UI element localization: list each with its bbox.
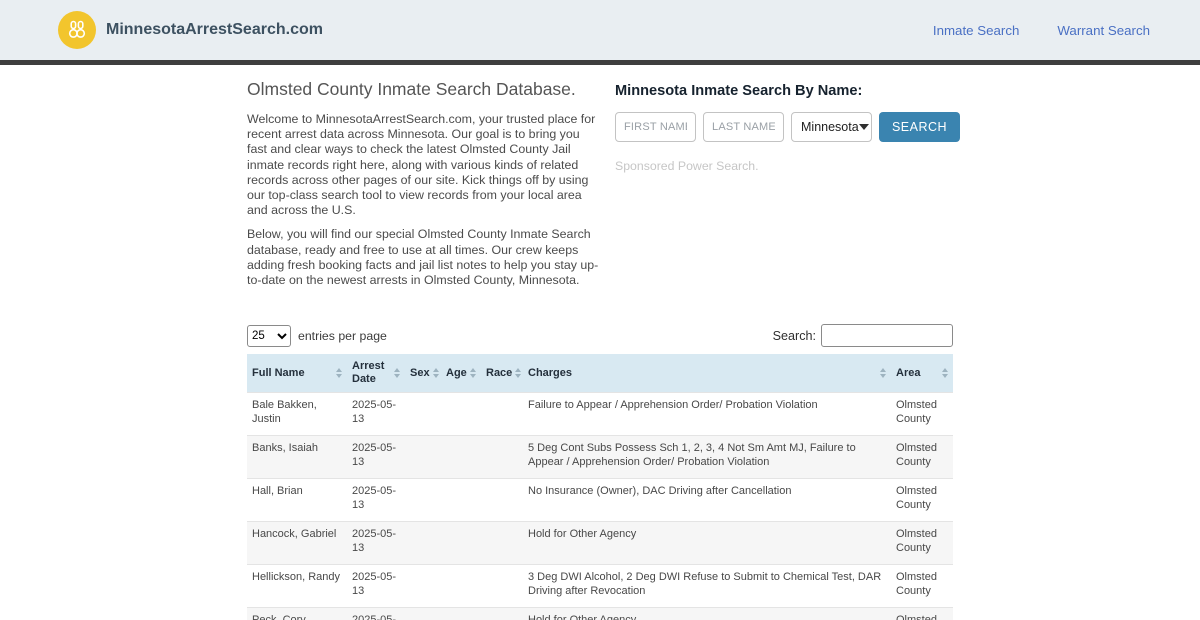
- cell-sex: [405, 478, 441, 522]
- table-row: Hall, Brian 2025-05-13 No Insurance (Owner…: [247, 478, 953, 522]
- cell-age: [441, 564, 481, 608]
- cell-arrest_date: 2025-05-13: [347, 435, 405, 479]
- cell-area: Olmsted County: [891, 564, 953, 608]
- column-label: Charges: [528, 366, 573, 379]
- state-select-value: Minnesota: [801, 120, 859, 134]
- column-header-full_name[interactable]: Full Name: [247, 354, 347, 393]
- cell-area: Olmsted County: [891, 607, 953, 620]
- top-bar: MinnesotaArrestSearch.com Inmate Search W…: [0, 0, 1200, 60]
- sort-icon[interactable]: [432, 368, 439, 379]
- column-label: Full Name: [252, 366, 305, 379]
- cell-charges: Failure to Appear / Apprehension Order/ …: [523, 392, 891, 436]
- table-search-input[interactable]: [821, 324, 953, 348]
- name-search-panel: Minnesota Inmate Search By Name: Minneso…: [615, 75, 960, 297]
- intro-paragraph-2: Below, you will find our special Olmsted…: [247, 227, 599, 288]
- nav-link-inmate-search[interactable]: Inmate Search: [933, 23, 1019, 38]
- cell-area: Olmsted County: [891, 478, 953, 522]
- cell-area: Olmsted County: [891, 392, 953, 436]
- column-header-sex[interactable]: Sex: [405, 354, 441, 393]
- name-search-form: Minnesota SEARCH: [615, 112, 960, 142]
- cell-arrest_date: 2025-05-13: [347, 478, 405, 522]
- cell-race: [481, 607, 523, 620]
- page-size-select[interactable]: 25: [247, 324, 291, 347]
- cell-full_name: Banks, Isaiah: [247, 435, 347, 479]
- cell-sex: [405, 521, 441, 565]
- entries-per-page-label: entries per page: [298, 328, 387, 343]
- table-search-wrap: Search:: [772, 324, 953, 348]
- column-label: Race: [486, 366, 513, 379]
- intro-paragraph-1: Welcome to MinnesotaArrestSearch.com, yo…: [247, 112, 596, 218]
- cell-age: [441, 478, 481, 522]
- table-row: Bale Bakken, Justin 2025-05-13 Failure to …: [247, 392, 953, 436]
- cell-full_name: Peck, Cory: [247, 607, 347, 620]
- cell-full_name: Bale Bakken, Justin: [247, 392, 347, 436]
- sort-icon[interactable]: [336, 368, 342, 379]
- column-label: Area: [896, 366, 921, 379]
- cell-sex: [405, 564, 441, 608]
- cell-charges: No Insurance (Owner), DAC Driving after …: [523, 478, 891, 522]
- table-header-row: Full Name Arrest Date Sex Age Race Charges Are…: [247, 354, 953, 393]
- intro-section: Olmsted County Inmate Search Database. W…: [247, 75, 599, 297]
- cell-sex: [405, 435, 441, 479]
- cell-charges: Hold for Other Agency: [523, 607, 891, 620]
- handcuffs-icon: [65, 18, 89, 42]
- cell-age: [441, 607, 481, 620]
- column-header-arrest_date[interactable]: Arrest Date: [347, 354, 405, 393]
- column-header-area[interactable]: Area: [891, 354, 953, 393]
- column-label: Arrest Date: [352, 360, 385, 386]
- cell-arrest_date: 2025-05-13: [347, 607, 405, 620]
- site-logo[interactable]: [58, 11, 96, 49]
- cell-sex: [405, 392, 441, 436]
- last-name-input[interactable]: [703, 112, 784, 142]
- column-header-age[interactable]: Age: [441, 354, 481, 393]
- cell-age: [441, 392, 481, 436]
- cell-full_name: Hall, Brian: [247, 478, 347, 522]
- cell-arrest_date: 2025-05-13: [347, 392, 405, 436]
- sort-icon[interactable]: [515, 368, 522, 379]
- cell-area: Olmsted County: [891, 435, 953, 479]
- table-row: Banks, Isaiah 2025-05-13 5 Deg Cont Subs P…: [247, 435, 953, 479]
- column-label: Sex: [410, 366, 430, 379]
- column-header-race[interactable]: Race: [481, 354, 523, 393]
- table-row: Peck, Cory2025-05-13 Hold for Other Agenc…: [247, 607, 953, 620]
- sort-icon[interactable]: [880, 368, 886, 379]
- inmate-results-table: Full Name Arrest Date Sex Age Race Charges Are…: [247, 354, 953, 620]
- table-search-label: Search:: [772, 328, 816, 343]
- table-row: Hancock, Gabriel 2025-05-13 Hold for Other…: [247, 521, 953, 565]
- cell-charges: 5 Deg Cont Subs Possess Sch 1, 2, 3, 4 N…: [523, 435, 891, 479]
- cell-full_name: Hellickson, Randy: [247, 564, 347, 608]
- cell-arrest_date: 2025-05-13: [347, 564, 405, 608]
- cell-charges: 3 Deg DWI Alcohol, 2 Deg DWI Refuse to S…: [523, 564, 891, 608]
- cell-race: [481, 435, 523, 479]
- first-name-input[interactable]: [615, 112, 696, 142]
- column-label: Age: [446, 366, 467, 379]
- search-button[interactable]: SEARCH: [879, 112, 960, 142]
- table-row: Hellickson, Randy 2025-05-13 3 Deg DWI Alc…: [247, 564, 953, 608]
- sponsored-note: Sponsored Power Search.: [615, 159, 759, 173]
- page-title: Olmsted County Inmate Search Database.: [247, 79, 576, 99]
- main-nav: Inmate Search Warrant Search: [933, 23, 1150, 38]
- chevron-down-icon: [858, 124, 869, 130]
- cell-race: [481, 564, 523, 608]
- cell-race: [481, 392, 523, 436]
- cell-area: Olmsted County: [891, 521, 953, 565]
- cell-race: [481, 478, 523, 522]
- sort-icon[interactable]: [942, 368, 948, 379]
- cell-charges: Hold for Other Agency: [523, 521, 891, 565]
- nav-link-warrant-search[interactable]: Warrant Search: [1057, 23, 1150, 38]
- table-controls: 25 entries per page Search:: [247, 324, 953, 348]
- column-header-charges[interactable]: Charges: [523, 354, 891, 393]
- brand-name[interactable]: MinnesotaArrestSearch.com: [106, 21, 323, 39]
- cell-arrest_date: 2025-05-13: [347, 521, 405, 565]
- sort-icon[interactable]: [394, 368, 400, 379]
- sort-icon[interactable]: [470, 368, 476, 379]
- state-select[interactable]: Minnesota: [791, 112, 872, 142]
- cell-full_name: Hancock, Gabriel: [247, 521, 347, 565]
- cell-race: [481, 521, 523, 565]
- search-panel-heading: Minnesota Inmate Search By Name:: [615, 83, 863, 99]
- cell-sex: [405, 607, 441, 620]
- cell-age: [441, 435, 481, 479]
- cell-age: [441, 521, 481, 565]
- header-divider-bar: [0, 60, 1200, 65]
